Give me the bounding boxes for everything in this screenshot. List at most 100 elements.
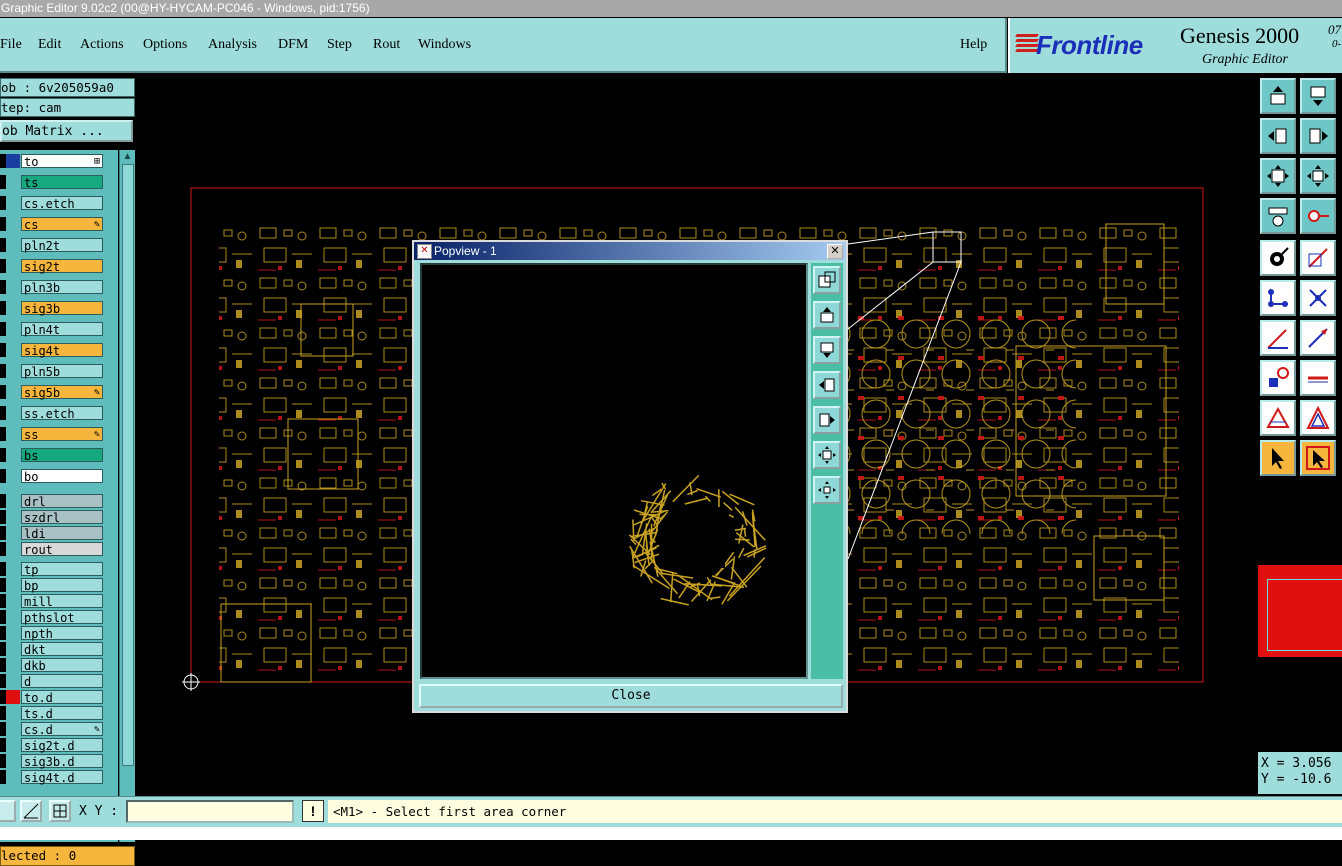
- minimap-viewport[interactable]: [1267, 579, 1342, 651]
- layer-name[interactable]: to.d: [21, 690, 103, 704]
- layer-scrollbar[interactable]: ▲ ▼: [119, 150, 135, 842]
- popview-viewport[interactable]: [420, 263, 808, 679]
- layer-affected-toggle[interactable]: [0, 280, 6, 294]
- scroll-up-icon[interactable]: ▲: [122, 151, 133, 162]
- cross-tool-icon[interactable]: [1300, 280, 1336, 316]
- select-arrow-icon[interactable]: [1260, 440, 1296, 476]
- popview-pan-left-icon[interactable]: [813, 371, 841, 399]
- layer-affected-toggle[interactable]: [0, 722, 6, 736]
- layer-name[interactable]: mill: [21, 594, 103, 608]
- layer-row[interactable]: sig3b: [0, 301, 118, 316]
- layer-row[interactable]: cs✎: [0, 217, 118, 232]
- layer-affected-toggle[interactable]: [0, 259, 6, 273]
- layer-name[interactable]: sig2t: [21, 259, 103, 273]
- popview-pan-right-icon[interactable]: [813, 406, 841, 434]
- popview-zoom-window-icon[interactable]: [813, 266, 841, 294]
- close-icon[interactable]: ✕: [827, 244, 843, 259]
- layer-affected-toggle[interactable]: [0, 626, 6, 640]
- popview-titlebar[interactable]: ✕ Popview - 1 ✕: [414, 242, 846, 260]
- layer-row[interactable]: cs.etch: [0, 196, 118, 211]
- add-line-icon[interactable]: [1300, 240, 1336, 276]
- snap-angle-icon[interactable]: [20, 800, 42, 822]
- layer-row[interactable]: bp: [0, 578, 118, 593]
- menu-options[interactable]: Options: [143, 37, 187, 53]
- layer-name[interactable]: to⊞: [21, 154, 103, 168]
- layer-affected-toggle[interactable]: [0, 385, 6, 399]
- menu-file[interactable]: File: [0, 37, 22, 53]
- layer-name[interactable]: cs.d✎: [21, 722, 103, 736]
- layer-name[interactable]: szdrl: [21, 510, 103, 524]
- layer-affected-toggle[interactable]: [0, 542, 6, 556]
- layer-affected-toggle[interactable]: [0, 154, 20, 168]
- layer-name[interactable]: dkb: [21, 658, 103, 672]
- layer-row[interactable]: npth: [0, 626, 118, 641]
- layer-affected-toggle[interactable]: [0, 526, 6, 540]
- layer-row[interactable]: ss✎: [0, 427, 118, 442]
- layer-row[interactable]: sig3b.d: [0, 754, 118, 769]
- zoom-fit-icon[interactable]: [1300, 158, 1336, 194]
- scroll-thumb[interactable]: [122, 164, 134, 766]
- xy-input[interactable]: [126, 800, 294, 823]
- layer-row[interactable]: ldi: [0, 526, 118, 541]
- layer-row[interactable]: sig2t: [0, 259, 118, 274]
- menu-edit[interactable]: Edit: [38, 37, 61, 53]
- grid-toggle-icon[interactable]: [0, 800, 16, 822]
- job-matrix-button[interactable]: ob Matrix ...: [0, 120, 133, 142]
- pan-right-icon[interactable]: [1300, 118, 1336, 154]
- measure-tool-icon[interactable]: [1260, 198, 1296, 234]
- layer-name[interactable]: ldi: [21, 526, 103, 540]
- pan-down-icon[interactable]: [1300, 78, 1336, 114]
- angle-line-icon[interactable]: [1260, 320, 1296, 356]
- layer-name[interactable]: sig5b✎: [21, 385, 103, 399]
- layer-row[interactable]: sig2t.d: [0, 738, 118, 753]
- menu-rout[interactable]: Rout: [373, 37, 400, 53]
- layer-affected-toggle[interactable]: [0, 690, 20, 704]
- layer-row[interactable]: pln2t: [0, 238, 118, 253]
- layer-affected-toggle[interactable]: [0, 364, 6, 378]
- layer-affected-toggle[interactable]: [0, 738, 6, 752]
- layer-row[interactable]: d: [0, 674, 118, 689]
- layer-row[interactable]: to⊞: [0, 154, 118, 169]
- layer-name[interactable]: pln5b: [21, 364, 103, 378]
- layer-affected-toggle[interactable]: [0, 562, 6, 576]
- layer-row[interactable]: szdrl: [0, 510, 118, 525]
- layer-name[interactable]: rout: [21, 542, 103, 556]
- layer-row[interactable]: pthslot: [0, 610, 118, 625]
- navigation-minimap[interactable]: [1258, 565, 1342, 657]
- triangle-tool-icon[interactable]: [1260, 400, 1296, 436]
- layer-affected-toggle[interactable]: [0, 322, 6, 336]
- layer-affected-toggle[interactable]: [0, 427, 6, 441]
- pan-left-icon[interactable]: [1260, 118, 1296, 154]
- layer-row[interactable]: sig5b✎: [0, 385, 118, 400]
- menu-actions[interactable]: Actions: [80, 37, 124, 53]
- menu-analysis[interactable]: Analysis: [208, 37, 257, 53]
- layer-affected-toggle[interactable]: [0, 196, 6, 210]
- layer-row[interactable]: mill: [0, 594, 118, 609]
- layer-affected-toggle[interactable]: [0, 238, 6, 252]
- layer-affected-toggle[interactable]: [0, 469, 6, 483]
- layer-name[interactable]: drl: [21, 494, 103, 508]
- layer-row[interactable]: pln5b: [0, 364, 118, 379]
- layer-name[interactable]: sig3b.d: [21, 754, 103, 768]
- popview-zoom-home-icon[interactable]: [813, 441, 841, 469]
- layer-affected-toggle[interactable]: [0, 578, 6, 592]
- diagonal-line-icon[interactable]: [1300, 320, 1336, 356]
- layer-name[interactable]: pln2t: [21, 238, 103, 252]
- popview-close-button[interactable]: Close: [419, 684, 843, 708]
- menu-step[interactable]: Step: [327, 37, 352, 53]
- layer-affected-toggle[interactable]: [0, 494, 6, 508]
- layer-row[interactable]: rout: [0, 542, 118, 557]
- popview-zoom-fit-icon[interactable]: [813, 476, 841, 504]
- menu-help[interactable]: Help: [960, 37, 987, 53]
- layer-row[interactable]: pln3b: [0, 280, 118, 295]
- grid-snap-icon[interactable]: [49, 800, 71, 822]
- layer-row[interactable]: ts: [0, 175, 118, 190]
- triangle-red-icon[interactable]: [1300, 400, 1336, 436]
- layer-row[interactable]: ss.etch: [0, 406, 118, 421]
- layer-row[interactable]: sig4t: [0, 343, 118, 358]
- system-message-button[interactable]: !: [302, 800, 324, 822]
- layer-row[interactable]: tp: [0, 562, 118, 577]
- layer-row[interactable]: dkt: [0, 642, 118, 657]
- layer-affected-toggle[interactable]: [0, 770, 6, 784]
- layer-row[interactable]: pln4t: [0, 322, 118, 337]
